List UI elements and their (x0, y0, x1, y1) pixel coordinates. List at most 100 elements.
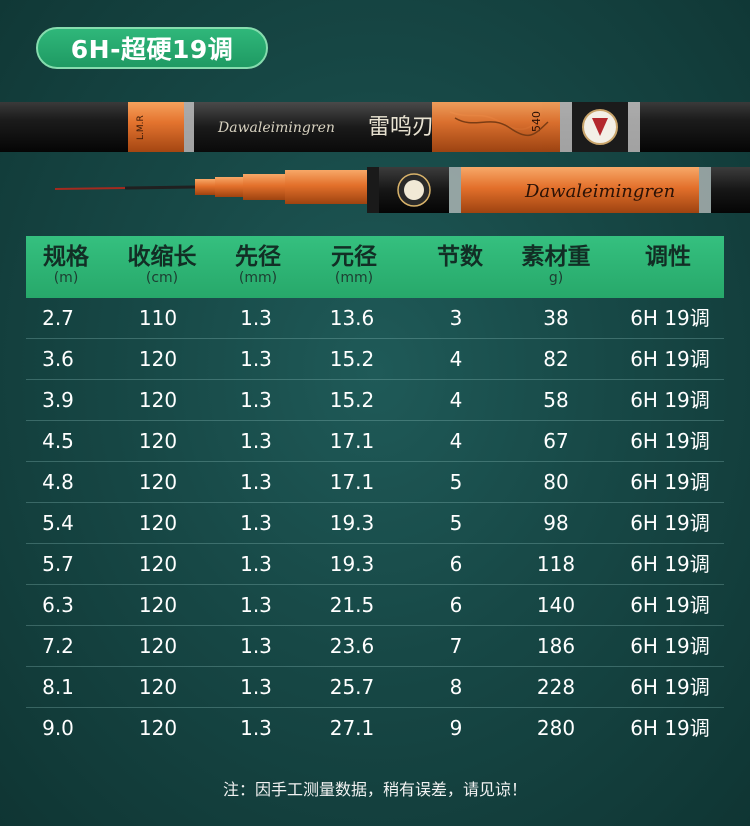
cell-sections: 6 (449, 552, 463, 576)
table-row: 6.3 120 1.3 21.5 6 140 6H 19调 (26, 585, 724, 626)
rod-image-upper: L.M.R Dawaleimingren 雷鸣刃 540 (0, 102, 750, 152)
cell-tip-diameter: 1.3 (240, 511, 272, 535)
table-row: 4.8 120 1.3 17.1 5 80 6H 19调 (26, 462, 724, 503)
cell-tip-diameter: 1.3 (240, 429, 272, 453)
cell-material-weight: 82 (543, 347, 569, 371)
cell-length: 4.5 (42, 429, 74, 453)
cell-length: 4.8 (42, 470, 74, 494)
cell-tip-diameter: 1.3 (240, 716, 272, 740)
cell-action: 6H 19调 (630, 347, 710, 371)
spec-table: 规格 (m) 收缩长 (cm) 先径 (mm) 元径 (mm) 节数 素材重 g… (26, 236, 724, 749)
rod-image-lower: Dawaleimingren (55, 167, 750, 213)
cell-butt-diameter: 17.1 (329, 429, 375, 453)
cell-sections: 5 (449, 470, 463, 494)
cell-material-weight: 67 (543, 429, 569, 453)
cell-butt-diameter: 15.2 (329, 347, 375, 371)
cell-sections: 9 (449, 716, 463, 740)
cell-length: 3.9 (42, 388, 74, 412)
cell-sections: 6 (449, 593, 463, 617)
cell-action: 6H 19调 (630, 593, 710, 617)
cell-material-weight: 98 (543, 511, 569, 535)
cell-retracted-length: 120 (138, 429, 178, 453)
cell-action: 6H 19调 (630, 552, 710, 576)
cell-sections: 8 (449, 675, 463, 699)
cell-tip-diameter: 1.3 (240, 593, 272, 617)
cell-sections: 3 (449, 306, 463, 330)
header-material-weight: 素材重 g) (521, 244, 591, 286)
svg-text:L.M.R: L.M.R (136, 115, 146, 140)
table-row: 4.5 120 1.3 17.1 4 67 6H 19调 (26, 421, 724, 462)
cell-retracted-length: 120 (138, 634, 178, 658)
cell-tip-diameter: 1.3 (240, 347, 272, 371)
cell-retracted-length: 120 (138, 470, 178, 494)
cell-action: 6H 19调 (630, 634, 710, 658)
cell-butt-diameter: 19.3 (329, 552, 375, 576)
cell-butt-diameter: 23.6 (329, 634, 375, 658)
cell-retracted-length: 120 (138, 511, 178, 535)
table-row: 3.6 120 1.3 15.2 4 82 6H 19调 (26, 339, 724, 380)
cell-tip-diameter: 1.3 (240, 388, 272, 412)
cell-retracted-length: 120 (138, 552, 178, 576)
cell-sections: 5 (449, 511, 463, 535)
header-retracted-length: 收缩长 (cm) (127, 244, 197, 286)
cell-action: 6H 19调 (630, 716, 710, 740)
cell-action: 6H 19调 (630, 429, 710, 453)
cell-retracted-length: 120 (138, 388, 178, 412)
header-sections: 节数 (437, 244, 483, 270)
table-row: 2.7 110 1.3 13.6 3 38 6H 19调 (26, 298, 724, 339)
cell-retracted-length: 110 (138, 306, 178, 330)
cell-butt-diameter: 13.6 (329, 306, 375, 330)
cell-tip-diameter: 1.3 (240, 470, 272, 494)
cell-butt-diameter: 19.3 (329, 511, 375, 535)
cell-length: 6.3 (42, 593, 74, 617)
svg-text:雷鸣刃: 雷鸣刃 (368, 115, 434, 140)
cell-material-weight: 118 (536, 552, 576, 576)
cell-material-weight: 186 (536, 634, 576, 658)
cell-action: 6H 19调 (630, 306, 710, 330)
cell-retracted-length: 120 (138, 675, 178, 699)
cell-sections: 4 (449, 347, 463, 371)
cell-butt-diameter: 27.1 (329, 716, 375, 740)
cell-action: 6H 19调 (630, 388, 710, 412)
cell-sections: 4 (449, 429, 463, 453)
svg-text:Dawaleimingren: Dawaleimingren (217, 120, 335, 136)
footnote: 注：因手工测量数据，稍有误差，请见谅！ (222, 780, 527, 799)
cell-material-weight: 38 (543, 306, 569, 330)
cell-action: 6H 19调 (630, 675, 710, 699)
cell-material-weight: 280 (536, 716, 576, 740)
cell-length: 2.7 (42, 306, 74, 330)
cell-tip-diameter: 1.3 (240, 552, 272, 576)
cell-length: 7.2 (42, 634, 74, 658)
cell-material-weight: 228 (536, 675, 576, 699)
table-row: 9.0 120 1.3 27.1 9 280 6H 19调 (26, 708, 724, 749)
table-row: 5.4 120 1.3 19.3 5 98 6H 19调 (26, 503, 724, 544)
cell-tip-diameter: 1.3 (240, 675, 272, 699)
cell-retracted-length: 120 (138, 716, 178, 740)
header-length: 规格 (m) (43, 244, 89, 286)
table-row: 3.9 120 1.3 15.2 4 58 6H 19调 (26, 380, 724, 421)
header-action: 调性 (645, 244, 691, 270)
table-row: 8.1 120 1.3 25.7 8 228 6H 19调 (26, 667, 724, 708)
cell-butt-diameter: 21.5 (329, 593, 375, 617)
cell-sections: 4 (449, 388, 463, 412)
title-badge: 6H-超硬19调 (36, 27, 268, 69)
cell-material-weight: 80 (543, 470, 569, 494)
cell-action: 6H 19调 (630, 511, 710, 535)
cell-sections: 7 (449, 634, 463, 658)
cell-butt-diameter: 15.2 (329, 388, 375, 412)
table-row: 7.2 120 1.3 23.6 7 186 6H 19调 (26, 626, 724, 667)
cell-length: 5.7 (42, 552, 74, 576)
cell-material-weight: 140 (536, 593, 576, 617)
table-row: 5.7 120 1.3 19.3 6 118 6H 19调 (26, 544, 724, 585)
cell-length: 8.1 (42, 675, 74, 699)
svg-text:Dawaleimingren: Dawaleimingren (524, 181, 675, 202)
cell-length: 5.4 (42, 511, 74, 535)
cell-tip-diameter: 1.3 (240, 306, 272, 330)
cell-butt-diameter: 17.1 (329, 470, 375, 494)
cell-tip-diameter: 1.3 (240, 634, 272, 658)
cell-retracted-length: 120 (138, 593, 178, 617)
cell-length: 9.0 (42, 716, 74, 740)
header-tip-diameter: 先径 (mm) (235, 244, 281, 286)
cell-butt-diameter: 25.7 (329, 675, 375, 699)
cell-length: 3.6 (42, 347, 74, 371)
